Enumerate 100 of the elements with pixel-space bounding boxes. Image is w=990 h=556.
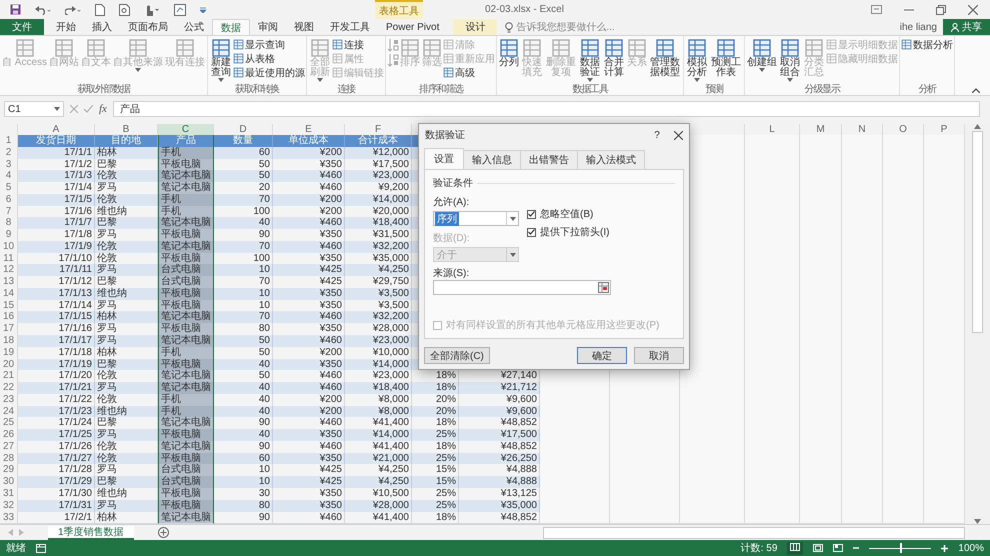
dialog-button[interactable]: 取消 [634,347,684,364]
allow-dropdown[interactable]: 序列 [433,211,519,226]
source-field[interactable] [433,280,611,295]
ribbon-tab[interactable]: Power Pivot [378,19,448,35]
grid-cell[interactable] [842,135,883,148]
ribbon-tab[interactable]: 页面布局 [120,19,176,35]
help-button[interactable]: ? [644,130,670,140]
dialog-tab[interactable]: 输入法模式 [577,150,645,169]
scrollbar-thumb[interactable] [972,131,983,333]
ribbon-button[interactable]: 最近使用的源 [233,66,306,79]
normal-view-icon[interactable] [790,542,800,551]
ribbon-tab[interactable]: 开始 [48,19,84,35]
row-number[interactable]: 25 [0,417,18,430]
ribbon-button[interactable]: 分列 [498,38,520,68]
grid-cell[interactable] [680,512,745,524]
row-number[interactable]: 9 [0,229,18,242]
ribbon-button[interactable]: 合并计算 [602,38,626,78]
row-number[interactable]: 16 [0,311,18,324]
page-break-icon[interactable] [833,544,844,552]
search-field[interactable]: 告诉我您想要做什么... [516,22,656,32]
ribbon-tab[interactable]: 审阅 [250,19,286,35]
dialog-tab[interactable]: 设置 [424,148,464,169]
grid-cell[interactable] [745,512,800,524]
range-select-icon[interactable] [598,282,609,293]
restore-icon[interactable] [936,4,946,14]
row-number[interactable]: 31 [0,488,18,501]
row-number[interactable]: 21 [0,370,18,384]
row-number[interactable]: 2 [0,146,18,160]
row-number[interactable]: 12 [0,264,18,278]
grid-cell[interactable] [540,512,610,524]
grid-cell[interactable] [610,512,680,524]
ribbon-button[interactable]: 模拟分析 [685,38,710,82]
row-number[interactable]: 29 [0,464,18,478]
cancel-icon[interactable] [70,105,78,113]
ribbon-button[interactable]: 取消组合 [778,38,802,82]
zoom-in-icon[interactable] [941,544,948,552]
row-number[interactable]: 4 [0,170,18,184]
checkbox-label[interactable]: 忽略空值(B) [540,207,594,221]
ribbon-tab[interactable]: 数据 [212,19,250,35]
collapse-ribbon-icon[interactable] [972,88,980,93]
checkbox-label[interactable]: 提供下拉箭头(I) [540,225,610,239]
redo-icon[interactable] [65,4,81,14]
previous-sheet-icon[interactable] [8,529,13,536]
row-number[interactable]: 32 [0,500,18,513]
grid-cell[interactable] [610,370,680,384]
ribbon-button[interactable]: 显示查询 [233,38,306,51]
vertical-scrollbar[interactable] [965,124,990,524]
ribbon-button[interactable]: 连接 [332,38,384,51]
ribbon-button[interactable]: 数据分析 [901,38,954,51]
page-layout-icon[interactable] [813,544,824,552]
enter-icon[interactable] [84,105,93,113]
scroll-down-icon[interactable] [974,519,981,524]
formula-field[interactable]: 产品 [112,101,980,117]
grid-cell[interactable] [924,512,965,524]
row-number[interactable]: 14 [0,288,18,301]
row-number[interactable]: 6 [0,194,18,207]
undo-icon[interactable] [35,4,51,14]
dialog-tab[interactable]: 输入信息 [463,150,521,169]
name-box[interactable]: C1 [4,101,64,117]
row-number[interactable]: 33 [0,512,18,524]
close-icon[interactable] [968,4,978,14]
grid-cell[interactable] [842,512,883,524]
row-number[interactable]: 8 [0,217,18,230]
row-number[interactable]: 1 [0,135,18,148]
row-number[interactable]: 18 [0,335,18,348]
grid-cell[interactable] [883,512,924,524]
row-number[interactable]: 22 [0,382,18,395]
ribbon-tab[interactable]: 插入 [84,19,120,35]
ribbon-button[interactable]: 管理数据模型 [648,38,682,78]
add-sheet-icon[interactable] [158,527,169,538]
checkbox[interactable] [527,210,536,218]
checkbox[interactable] [527,228,536,236]
print-preview-icon[interactable] [119,4,130,16]
ribbon-tab[interactable]: 文件 [0,19,44,35]
minimize-icon[interactable] [904,8,914,10]
save-icon[interactable] [10,4,21,15]
ribbon-tab[interactable]: 设计 [453,19,498,35]
dialog-button[interactable]: 确定 [577,347,627,364]
ribbon-options-icon[interactable] [871,5,882,14]
dialog-button[interactable]: 全部清除(C) [424,347,490,364]
row-number[interactable]: 26 [0,429,18,442]
grid-cell[interactable] [610,382,680,395]
row-number[interactable]: 23 [0,394,18,407]
ribbon-button[interactable]: 数据验证 [578,38,602,82]
row-number[interactable]: 10 [0,240,18,254]
form-icon[interactable] [174,4,186,16]
next-sheet-icon[interactable] [19,529,24,536]
row-number[interactable]: 27 [0,440,18,454]
touch-mode-icon[interactable] [144,4,160,16]
ribbon-button[interactable]: 预测工作表 [709,38,744,78]
grid-cell[interactable] [924,135,965,148]
ribbon-button[interactable]: 高级 [443,66,496,79]
grid-cell[interactable] [800,135,842,148]
ribbon-button[interactable]: 从表格 [233,52,306,65]
customize-icon[interactable] [200,6,206,12]
ribbon-tab[interactable]: 开发工具 [322,19,378,35]
row-number[interactable]: 5 [0,182,18,195]
horizontal-scrollbar[interactable] [543,526,965,539]
ribbon-tab[interactable]: 公式 [176,19,212,35]
new-file-icon[interactable] [95,4,105,16]
